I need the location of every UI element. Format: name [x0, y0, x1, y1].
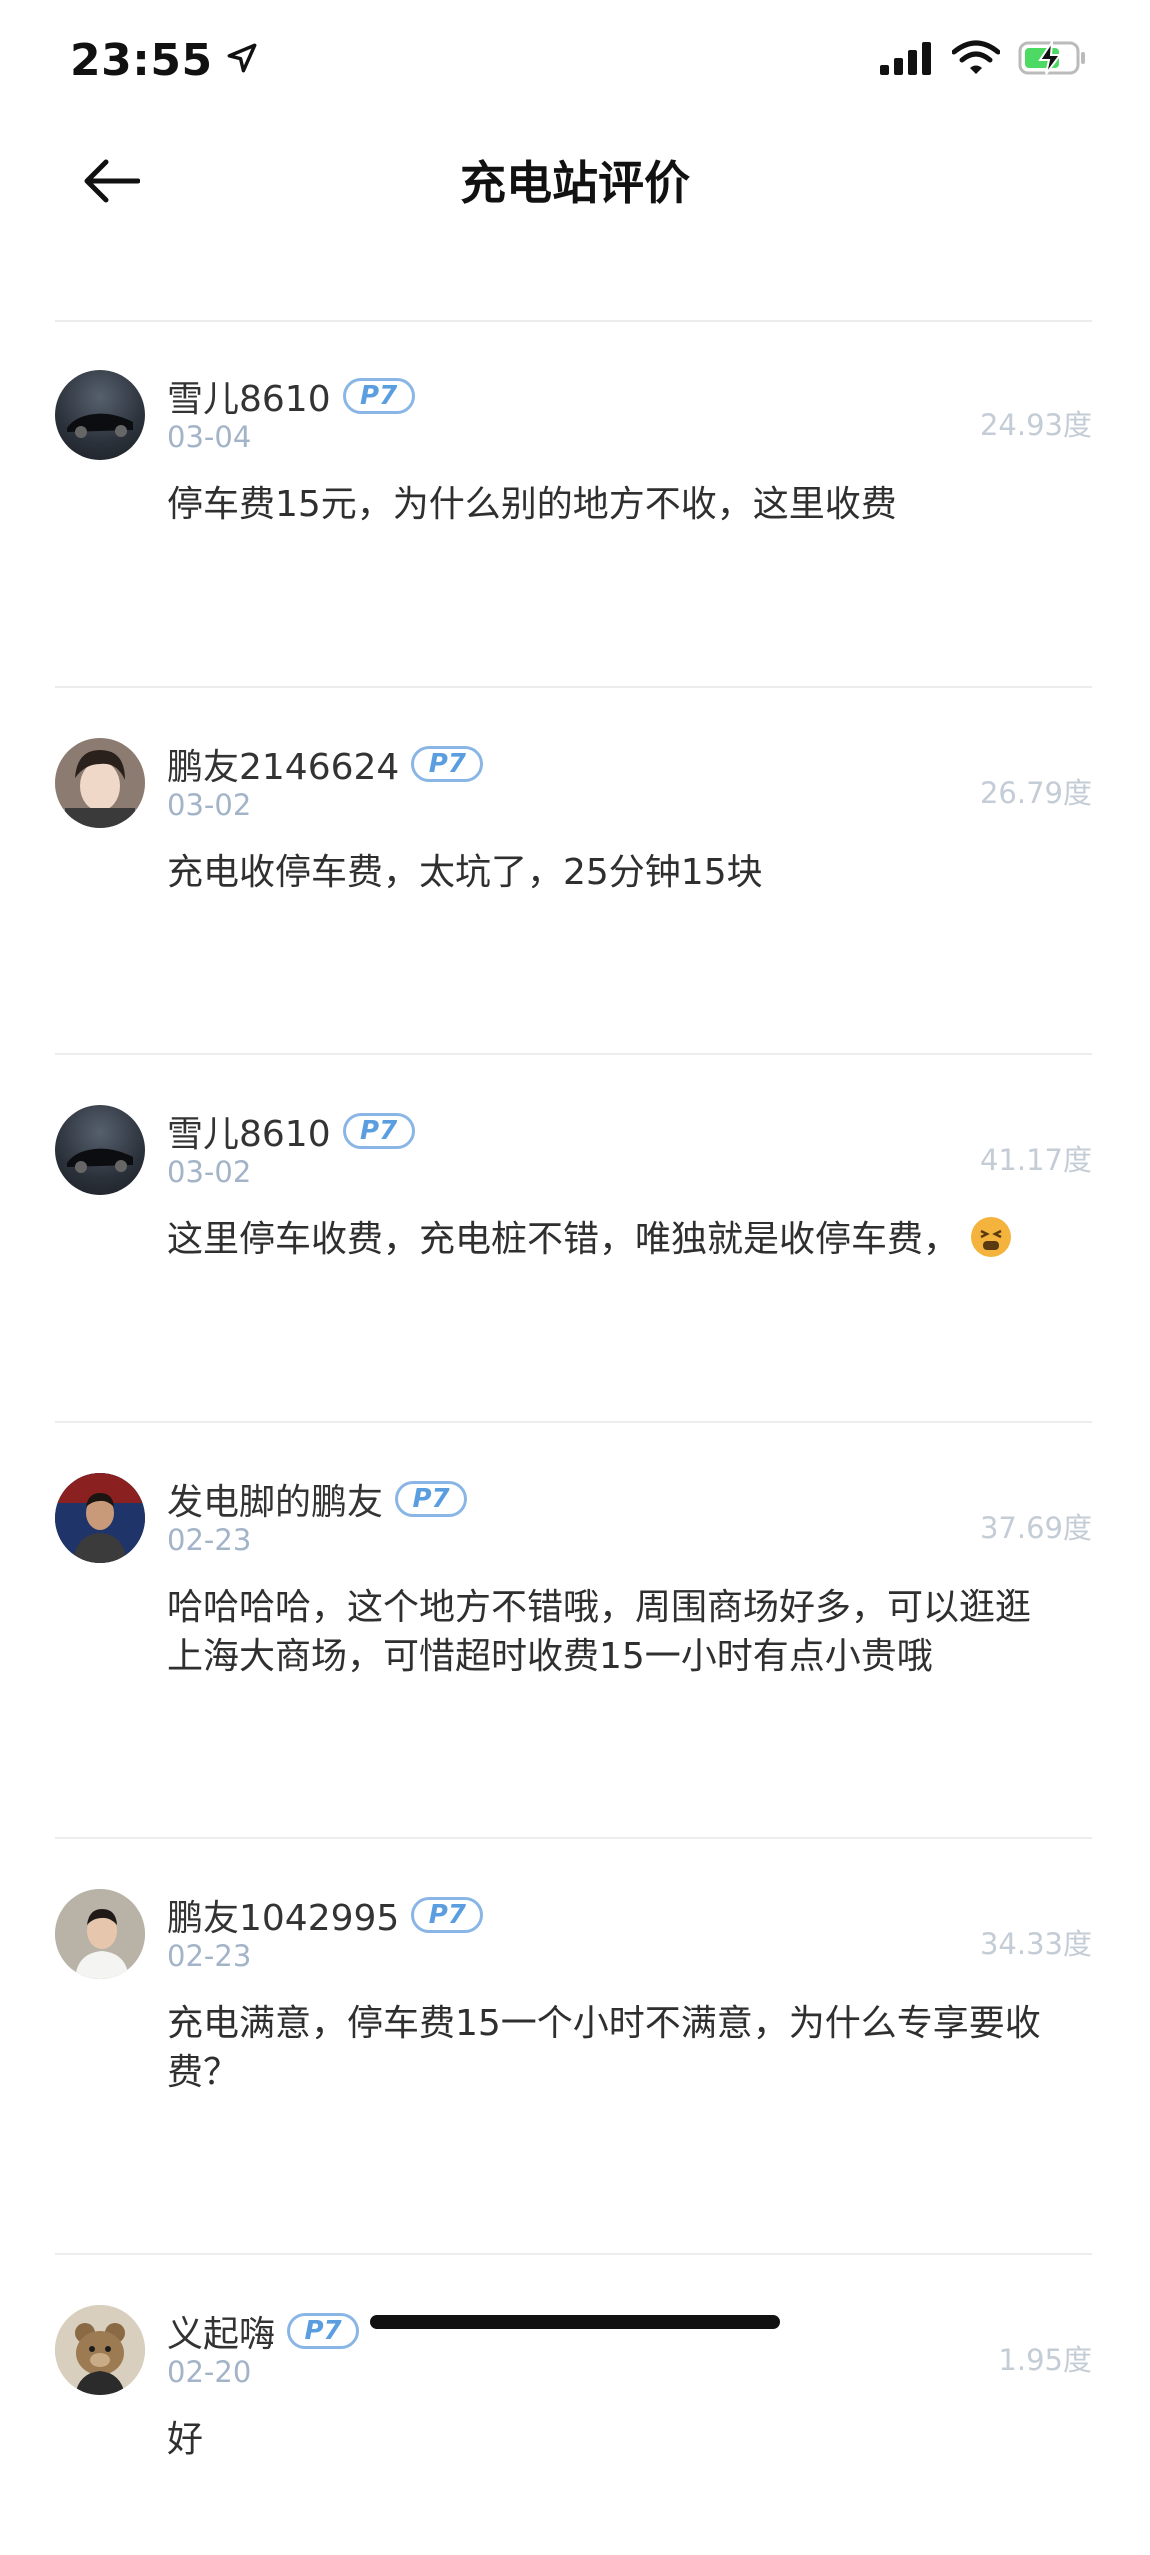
avatar[interactable]: [55, 370, 145, 460]
status-time: 23:55: [70, 34, 213, 86]
user-info: 义起嗨 P7: [167, 2305, 360, 2357]
user-info: 雪儿8610 P7: [167, 1105, 415, 1157]
username[interactable]: 发电脚的鹏友: [167, 1473, 383, 1525]
status-indicators: [880, 38, 1088, 80]
user-info: 鹏友1042995 P7: [167, 1889, 484, 1941]
review-text: 充电收停车费，太坑了，25分钟15块: [167, 852, 763, 893]
review-date: 03-04: [167, 420, 252, 454]
review-date: 02-23: [167, 1523, 252, 1557]
avatar[interactable]: [55, 1889, 145, 1979]
review-date: 02-23: [167, 1939, 252, 1973]
review-text: 充电满意，停车费15一个小时不满意，为什么专享要收费？: [167, 2003, 1041, 2093]
charge-amount: 24.93度: [979, 408, 1092, 442]
review-date: 03-02: [167, 1155, 252, 1189]
charge-amount: 26.79度: [979, 776, 1092, 810]
battery-charging-icon: [1018, 38, 1088, 80]
tired-face-emoji-icon: [971, 1217, 1012, 1257]
navigation-bar: 充电站评价: [0, 120, 1150, 245]
model-badge: P7: [342, 378, 415, 414]
review-text-body: 这里停车收费，充电桩不错，唯独就是收停车费，: [167, 1219, 960, 1260]
review-text: 停车费15元，为什么别的地方不收，这里收费: [167, 484, 897, 525]
review-text: 好: [167, 2419, 204, 2460]
username[interactable]: 雪儿8610: [167, 370, 331, 422]
avatar[interactable]: [55, 738, 145, 828]
model-badge: P7: [287, 2313, 360, 2349]
user-info: 鹏友2146624 P7: [167, 738, 484, 790]
review-item[interactable]: 发电脚的鹏友 P7 02-23 37.69度 哈哈哈哈，这个地方不错哦，周围商场…: [55, 1423, 1092, 1839]
username[interactable]: 雪儿8610: [167, 1105, 331, 1157]
user-info: 雪儿8610 P7: [167, 370, 415, 422]
avatar[interactable]: [55, 2305, 145, 2395]
avatar[interactable]: [55, 1473, 145, 1563]
review-text: 这里停车收费，充电桩不错，唯独就是收停车费，: [167, 1215, 1062, 1264]
model-badge: P7: [411, 746, 484, 782]
review-date: 03-02: [167, 788, 252, 822]
status-time-group: 23:55: [70, 35, 259, 86]
location-arrow-icon: [225, 41, 259, 79]
username[interactable]: 义起嗨: [167, 2305, 275, 2357]
charge-amount: 34.33度: [979, 1927, 1092, 1961]
review-item[interactable]: 鹏友2146624 P7 03-02 26.79度 充电收停车费，太坑了，25分…: [55, 688, 1092, 1055]
charge-amount: 41.17度: [979, 1143, 1092, 1177]
home-indicator[interactable]: [370, 2315, 780, 2329]
page-title: 充电站评价: [460, 155, 690, 210]
user-info: 发电脚的鹏友 P7: [167, 1473, 468, 1525]
review-item[interactable]: 鹏友1042995 P7 02-23 34.33度 充电满意，停车费15一个小时…: [55, 1839, 1092, 2255]
review-text: 哈哈哈哈，这个地方不错哦，周围商场好多，可以逛逛上海大商场，可惜超时收费15一小…: [167, 1587, 1032, 1677]
charge-amount: 37.69度: [979, 1511, 1092, 1545]
avatar[interactable]: [55, 1105, 145, 1195]
model-badge: P7: [395, 1481, 468, 1517]
review-item[interactable]: 义起嗨 P7 02-20 1.95度 好: [55, 2255, 1092, 2555]
review-item[interactable]: 雪儿8610 P7 03-04 24.93度 停车费15元，为什么别的地方不收，…: [55, 320, 1092, 688]
charge-amount: 1.95度: [998, 2343, 1092, 2377]
status-bar: 23:55: [0, 0, 1150, 120]
review-date: 02-20: [167, 2355, 252, 2389]
back-button[interactable]: [78, 150, 144, 216]
cellular-signal-icon: [880, 41, 934, 79]
arrow-left-icon: [82, 158, 141, 208]
wifi-icon: [951, 40, 1001, 80]
model-badge: P7: [342, 1113, 415, 1149]
review-item[interactable]: 雪儿8610 P7 03-02 41.17度 这里停车收费，充电桩不错，唯独就是…: [55, 1055, 1092, 1423]
username[interactable]: 鹏友2146624: [167, 738, 399, 790]
model-badge: P7: [411, 1897, 484, 1933]
username[interactable]: 鹏友1042995: [167, 1889, 399, 1941]
